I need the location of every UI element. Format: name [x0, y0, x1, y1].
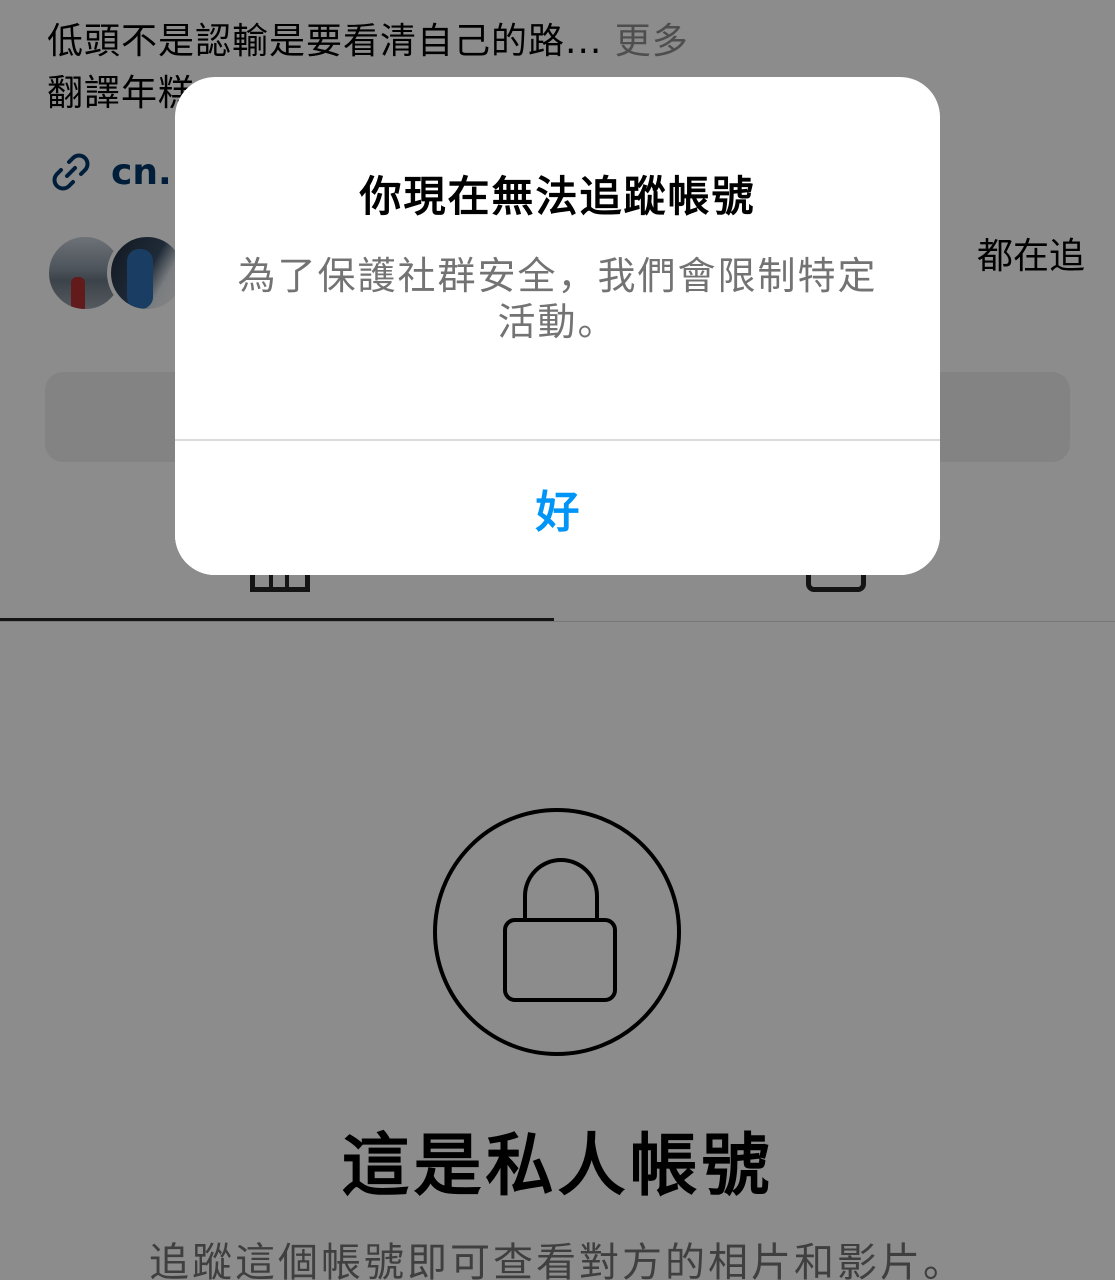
- alert-dialog: 你現在無法追蹤帳號 為了保護社群安全，我們會限制特定活動。 好: [175, 77, 940, 575]
- dialog-title: 你現在無法追蹤帳號: [359, 172, 756, 221]
- ok-button[interactable]: 好: [175, 441, 940, 575]
- dialog-message: 為了保護社群安全，我們會限制特定活動。: [237, 254, 878, 344]
